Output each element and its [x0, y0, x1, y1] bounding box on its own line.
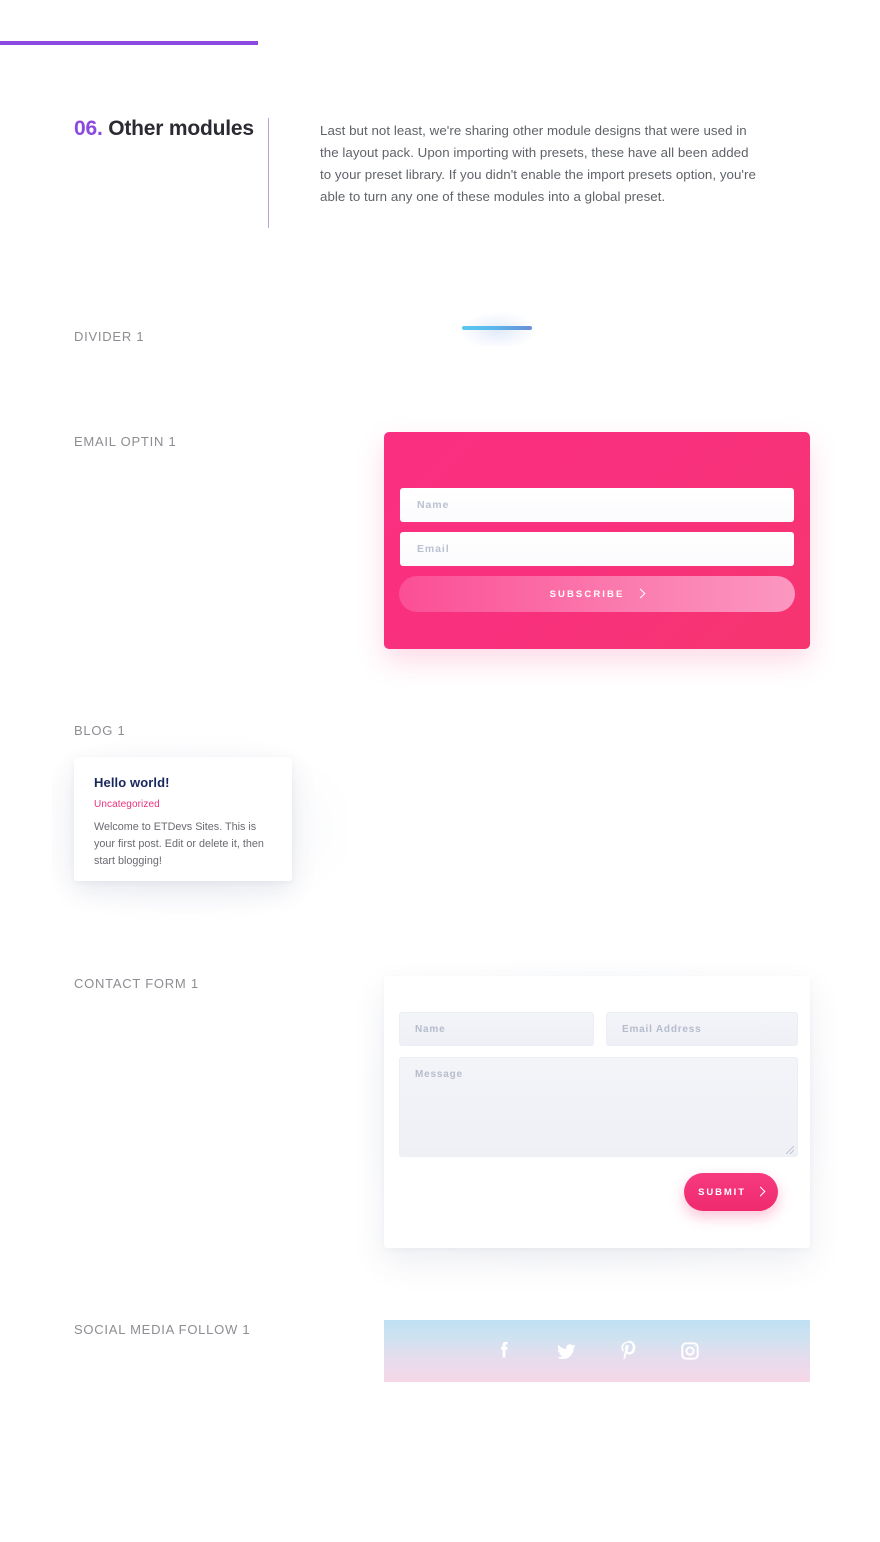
facebook-icon[interactable]: [488, 1335, 520, 1367]
label-email-optin-1: EMAIL OPTIN 1: [74, 434, 177, 449]
contact-message-textarea[interactable]: Message: [399, 1057, 798, 1157]
blog-post-category[interactable]: Uncategorized: [94, 799, 272, 810]
page-title: 06. Other modules: [74, 116, 254, 142]
vertical-divider-rule: [268, 118, 269, 228]
email-optin-module: Name Email SUBSCRIBE: [384, 432, 810, 649]
label-social-media-follow-1: SOCIAL MEDIA FOLLOW 1: [74, 1322, 251, 1337]
blog-post-title[interactable]: Hello world!: [94, 775, 272, 790]
optin-name-input[interactable]: Name: [400, 488, 794, 522]
optin-email-input[interactable]: Email: [400, 532, 794, 566]
subscribe-button[interactable]: SUBSCRIBE: [399, 576, 795, 612]
contact-form-module: Name Email Address Message SUBMIT: [384, 976, 810, 1248]
contact-message-placeholder: Message: [415, 1069, 463, 1080]
divider-module-bar: [462, 326, 532, 330]
subscribe-button-label: SUBSCRIBE: [549, 588, 625, 600]
resize-handle-icon[interactable]: [786, 1146, 794, 1154]
chevron-right-icon: [635, 588, 646, 599]
page-root: 06. Other modules Last but not least, we…: [0, 0, 880, 1542]
label-divider-1: DIVIDER 1: [74, 329, 145, 344]
social-media-follow-module: [384, 1320, 810, 1382]
twitter-icon[interactable]: [550, 1335, 582, 1367]
contact-name-input[interactable]: Name: [399, 1012, 594, 1046]
submit-button-label: SUBMIT: [698, 1186, 746, 1198]
instagram-icon[interactable]: [674, 1335, 706, 1367]
chevron-right-icon: [755, 1186, 766, 1197]
contact-email-input[interactable]: Email Address: [606, 1012, 798, 1046]
pinterest-icon[interactable]: [612, 1335, 644, 1367]
label-contact-form-1: CONTACT FORM 1: [74, 976, 199, 991]
submit-button[interactable]: SUBMIT: [684, 1173, 778, 1211]
section-number: 06.: [74, 117, 103, 140]
blog-post-card[interactable]: Hello world! Uncategorized Welcome to ET…: [74, 757, 292, 881]
intro-paragraph: Last but not least, we're sharing other …: [320, 123, 756, 204]
section-title-text: Other modules: [102, 117, 254, 140]
blog-post-excerpt: Welcome to ETDevs Sites. This is your fi…: [94, 821, 264, 867]
top-accent-bar: [0, 41, 258, 45]
